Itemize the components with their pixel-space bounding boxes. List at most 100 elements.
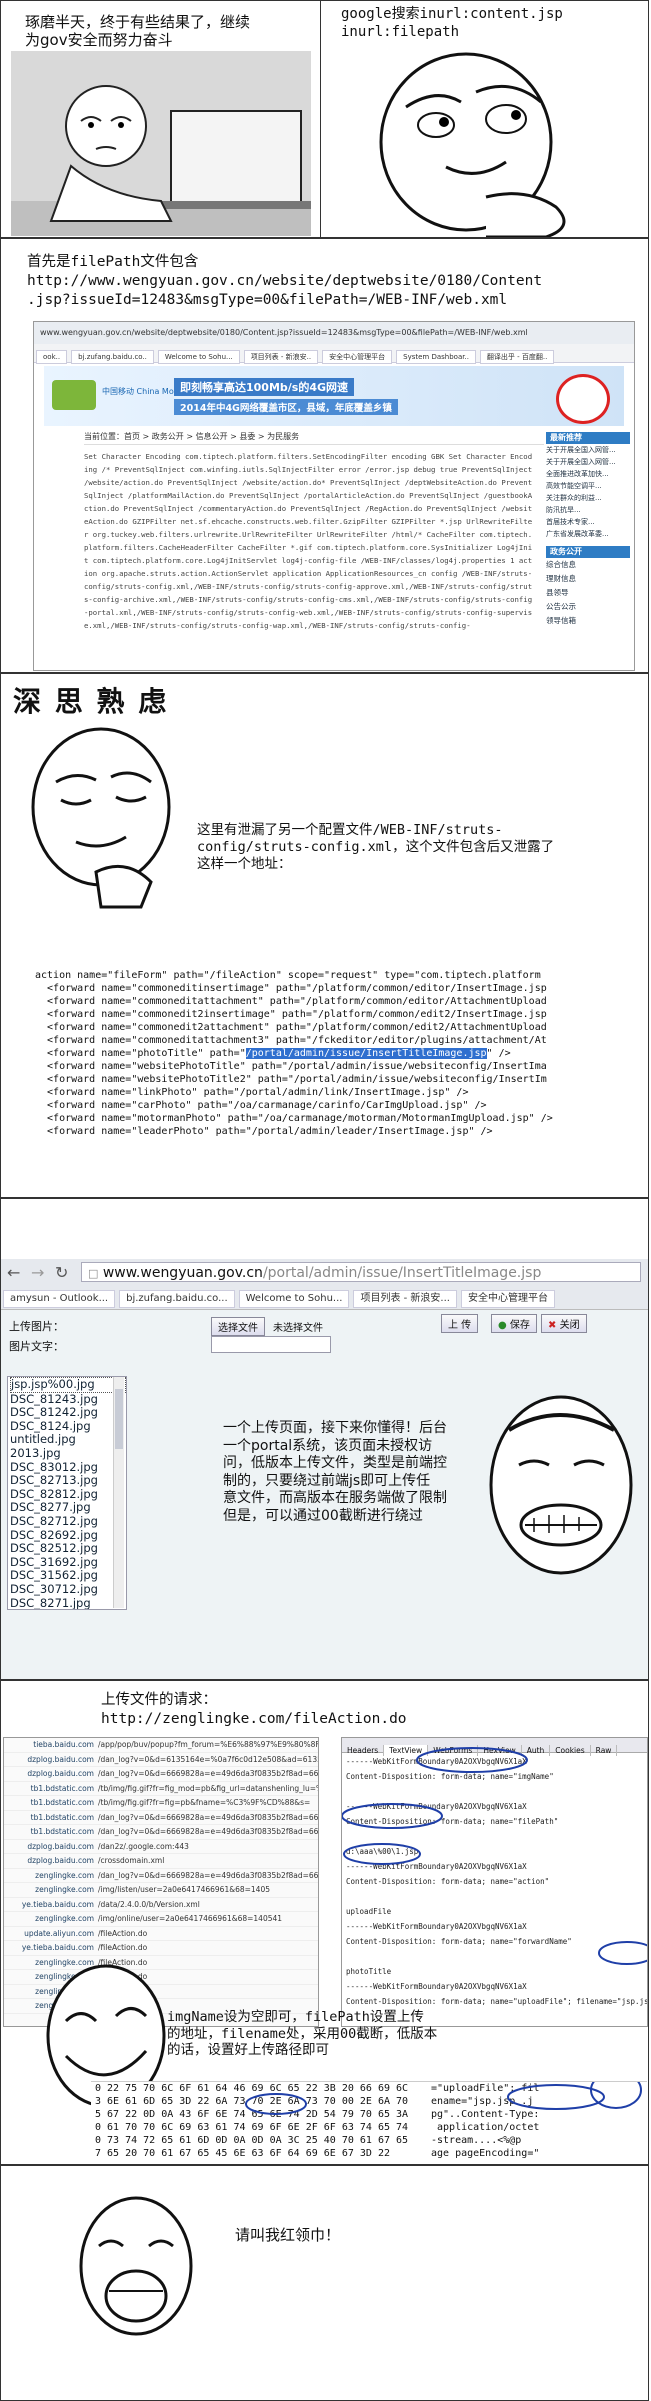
sidebar-link[interactable]: 关于开展全国入网管... bbox=[546, 456, 630, 468]
code-line: <forward name="commoneditattachment3" pa… bbox=[35, 1035, 547, 1046]
code-line-photo-title: <forward name="photoTitle" path="/portal… bbox=[35, 1048, 511, 1061]
session-row[interactable]: zenglingke.com/img/listen/user=2a0e64174… bbox=[4, 1883, 318, 1898]
scrollbar-thumb[interactable] bbox=[115, 1389, 123, 1449]
page-icon: □ bbox=[88, 1267, 99, 1280]
bookmark-bar: ook.. bj.zufang.baidu.co.. Welcome to Sohu… bbox=[34, 344, 634, 364]
sidebar-link[interactable]: 关注群众的利益... bbox=[546, 492, 630, 504]
file-list-item[interactable]: DSC_31692.jpg bbox=[10, 1555, 126, 1570]
address-url[interactable]: www.wengyuan.gov.cn/website/deptwebsite/… bbox=[40, 328, 528, 338]
bookmark-item[interactable]: amysun - Outlook... bbox=[3, 1290, 116, 1308]
sidebar-link[interactable]: 关于开展全国入网管... bbox=[546, 444, 630, 456]
bookmark-tab[interactable]: 项目列表 - 新浪安.. bbox=[243, 350, 319, 364]
sidebar-link[interactable]: 全面推进改革加快... bbox=[546, 468, 630, 480]
back-icon[interactable]: ← bbox=[7, 1263, 20, 1282]
upload-label: 上传图片： bbox=[9, 1320, 64, 1333]
close-button[interactable]: ✖ 关闭 bbox=[541, 1314, 587, 1333]
bookmark-tab[interactable]: 翻译出乎 - 百度翻.. bbox=[479, 350, 555, 364]
bookmark-item[interactable]: bj.zufang.baidu.co... bbox=[119, 1290, 235, 1308]
highlighted-path: /portal/admin/issue/InsertTitleImage.jsp bbox=[245, 1048, 487, 1059]
sidebar-link[interactable]: 综合信息 bbox=[546, 558, 630, 572]
session-row[interactable]: update.aliyun.com/fileAction.do bbox=[4, 1927, 318, 1941]
webxml-content: Set Character Encoding com.tiptech.platf… bbox=[84, 452, 533, 630]
session-path: /tb/img/fig.gif?fr=fig=pb&fname=%C3%9F%C… bbox=[98, 1798, 311, 1807]
forward-icon[interactable]: → bbox=[31, 1263, 44, 1282]
address-host: www.wengyuan.gov.cn bbox=[102, 1265, 263, 1281]
upload-button-label: 上 传 bbox=[448, 1320, 472, 1331]
reload-icon[interactable]: ↻ bbox=[55, 1263, 68, 1282]
sidebar-link[interactable]: 首届技术专家... bbox=[546, 516, 630, 528]
file-list-item[interactable]: DSC_31562.jpg bbox=[10, 1569, 126, 1583]
save-button[interactable]: ● 保存 bbox=[491, 1314, 537, 1333]
sidebar-link[interactable]: 防汛抗旱... bbox=[546, 504, 630, 516]
session-host: tb1.bdstatic.com bbox=[30, 1812, 94, 1822]
sidebar-link[interactable]: 理财信息 bbox=[546, 572, 630, 586]
sidebar-link[interactable]: 高效节能空调平... bbox=[546, 480, 630, 492]
session-row[interactable]: tb1.bdstatic.com/tb/img/fig.gif?fr=fig_m… bbox=[4, 1782, 319, 1796]
session-row[interactable]: dzplog.baidu.com/dan2z/.google.com:443 bbox=[4, 1840, 318, 1854]
session-row[interactable]: zenglingke.com/img/online/user=2a0e64174… bbox=[4, 1912, 318, 1927]
session-row[interactable]: ye.tieba.baidu.com/fileAction.do bbox=[4, 1941, 318, 1956]
sidebar-link[interactable]: 广东省发展改革委... bbox=[546, 528, 630, 540]
bookmark-tab[interactable]: Welcome to Sohu... bbox=[157, 350, 240, 364]
file-list-item[interactable]: DSC_82712.jpg bbox=[10, 1514, 126, 1529]
session-row[interactable]: dzplog.baidu.com/crossdomain.xml bbox=[4, 1854, 318, 1869]
bookmark-tab[interactable]: System Dashboar.. bbox=[396, 350, 476, 364]
bookmark-item[interactable]: Welcome to Sohu... bbox=[238, 1290, 350, 1308]
session-row[interactable]: zenglingke.com/dan_log?v=0&d=6669828a=e=… bbox=[4, 1869, 319, 1883]
session-host: dzplog.baidu.com bbox=[27, 1754, 94, 1764]
session-path: /img/listen/user=2a0e6417466961&68=1405 bbox=[98, 1885, 270, 1894]
save-icon: ● bbox=[498, 1320, 507, 1331]
file-list-item[interactable]: DSC_82713.jpg bbox=[10, 1474, 126, 1488]
session-host: zenglingke.com bbox=[35, 1914, 94, 1923]
rage-thinking-face-image bbox=[379, 52, 566, 237]
bookmark-tab[interactable]: bj.zufang.baidu.co.. bbox=[71, 350, 154, 364]
file-list-item[interactable]: DSC_30712.jpg bbox=[10, 1582, 126, 1597]
code-line: <forward name="linkPhoto" path="/portal/… bbox=[35, 1087, 469, 1098]
bookmark-item[interactable]: 项目列表 - 新浪安... bbox=[353, 1290, 457, 1308]
no-file-text: 未选择文件 bbox=[273, 1323, 323, 1334]
choose-file-button[interactable]: 选择文件 bbox=[211, 1317, 265, 1336]
session-row[interactable]: ye.tieba.baidu.com/data/2.4.0.0/b/Versio… bbox=[4, 1898, 318, 1912]
sidebar-link[interactable]: 领导信箱 bbox=[546, 614, 630, 628]
panel5-caption: 上传文件的请求： http://zenglingke.com/fileActio… bbox=[101, 1692, 407, 1727]
file-list-item[interactable]: DSC_82812.jpg bbox=[10, 1487, 126, 1502]
listbox-scrollbar[interactable] bbox=[113, 1377, 124, 1608]
address-bar[interactable]: www.wengyuan.gov.cn/website/deptwebsite/… bbox=[34, 322, 634, 345]
session-row[interactable]: tieba.baidu.com/app/pop/buv/popup?fm_for… bbox=[4, 1738, 318, 1753]
session-row[interactable]: tb1.bdstatic.com/tb/img/fig.gif?fr=fig=p… bbox=[4, 1796, 318, 1811]
session-path: /fileAction.do bbox=[98, 1928, 148, 1938]
banner-line2: 2014年中4G网络覆盖市区，县域，年底覆盖乡镇 bbox=[174, 399, 398, 415]
file-list-item[interactable]: DSC_8277.jpg bbox=[10, 1501, 126, 1515]
bookmark-item[interactable]: 安全中心管理平台 bbox=[460, 1290, 555, 1308]
upload-button[interactable]: 上 传 bbox=[441, 1314, 479, 1333]
session-path: /fileAction.do bbox=[98, 1943, 148, 1952]
browser-chrome: ← → ↻ □ www.wengyuan.gov.cn/portal/admin… bbox=[1, 1259, 648, 1310]
address-bar[interactable]: □ www.wengyuan.gov.cn/portal/admin/issue… bbox=[81, 1262, 641, 1282]
session-path: /data/2.4.0.0/b/Version.xml bbox=[98, 1899, 200, 1909]
session-row[interactable]: dzplog.baidu.com/dan_log?v=0&d=6669828a=… bbox=[4, 1767, 318, 1782]
file-list-item[interactable]: DSC_82692.jpg bbox=[10, 1528, 126, 1543]
bookmark-tab[interactable]: 安全中心管理平台 bbox=[322, 350, 393, 364]
sidebar-link[interactable]: 公告公示 bbox=[546, 600, 630, 614]
session-row[interactable]: dzplog.baidu.com/dan_log?v=0&d=6135164e=… bbox=[4, 1753, 318, 1767]
bookmark-tab[interactable]: ook.. bbox=[36, 350, 68, 364]
file-list-item[interactable]: jsp.jsp%00.jpg bbox=[10, 1377, 126, 1393]
file-list-item[interactable]: DSC_81243.jpg bbox=[10, 1392, 126, 1407]
sidebar-link[interactable]: 县领导 bbox=[546, 586, 630, 600]
session-path: /tb/img/fig.gif?fr=fig_mod=pb&fig_url=da… bbox=[98, 1783, 319, 1793]
session-host: dzplog.baidu.com bbox=[27, 1769, 94, 1778]
session-row[interactable]: tb1.bdstatic.com/dan_log?v=0&d=6669828a=… bbox=[4, 1811, 318, 1825]
file-list-item[interactable]: DSC_8124.jpg bbox=[10, 1419, 126, 1434]
text-input[interactable] bbox=[211, 1336, 331, 1353]
session-host: tb1.bdstatic.com bbox=[30, 1798, 94, 1807]
code-line: <forward name="carPhoto" path="/oa/carma… bbox=[35, 1100, 487, 1111]
file-list-item[interactable]: DSC_81242.jpg bbox=[10, 1406, 126, 1420]
file-list-item[interactable]: DSC_82512.jpg bbox=[10, 1542, 126, 1556]
session-row[interactable]: tb1.bdstatic.com/dan_log?v=0&d=6669828a=… bbox=[4, 1825, 318, 1840]
session-path: /dan_log?v=0&d=6669828a=e=49d6da3f0835b2… bbox=[98, 1870, 319, 1880]
file-listbox[interactable]: jsp.jsp%00.jpg DSC_81243.jpg DSC_81242.jpg… bbox=[7, 1376, 127, 1610]
file-list-item[interactable]: 2013.jpg bbox=[10, 1446, 126, 1461]
file-list-item[interactable]: DSC_8271.jpg bbox=[10, 1596, 126, 1609]
file-list-item[interactable]: DSC_83012.jpg bbox=[10, 1460, 126, 1475]
file-list-item[interactable]: untitled.jpg bbox=[10, 1433, 126, 1447]
